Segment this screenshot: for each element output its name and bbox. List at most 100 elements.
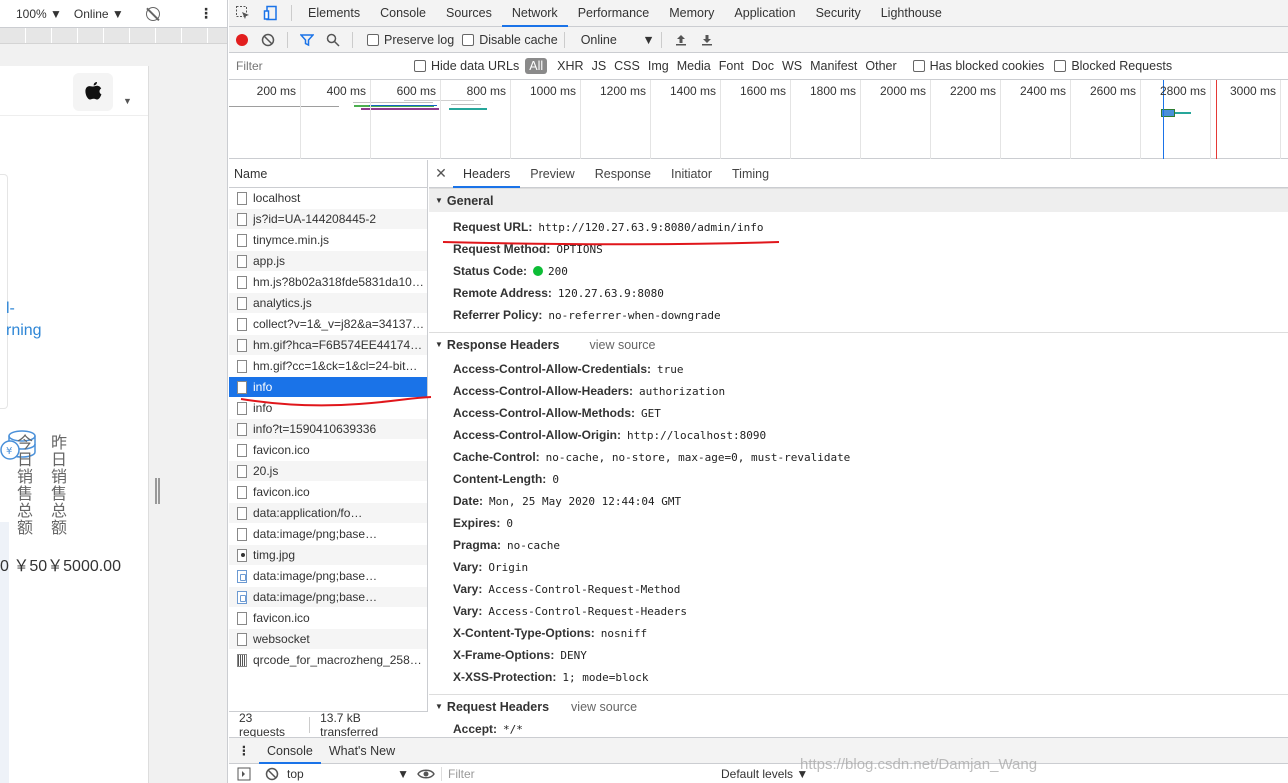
- throttling-select[interactable]: Online ▼: [581, 33, 655, 47]
- request-row[interactable]: favicon.ico: [229, 482, 427, 503]
- network-overview-timeline[interactable]: 200 ms 400 ms 600 ms 800 ms 1000 ms 1200 ms 14…: [229, 80, 1288, 159]
- apple-logo-icon[interactable]: [73, 73, 113, 111]
- device-toolbar-icon[interactable]: [257, 0, 285, 27]
- request-row[interactable]: data:image/png;base…: [229, 524, 427, 545]
- request-row[interactable]: 20.js: [229, 461, 427, 482]
- tab-network[interactable]: Network: [501, 0, 568, 27]
- eye-icon[interactable]: [417, 768, 435, 780]
- tab-what-s-new[interactable]: What's New: [321, 738, 403, 764]
- more-vertical-icon[interactable]: ⋮: [199, 5, 213, 22]
- preserve-log-checkbox[interactable]: Preserve log: [367, 33, 454, 47]
- inspect-element-icon[interactable]: [229, 0, 257, 27]
- filter-type-manifest[interactable]: Manifest: [806, 59, 861, 73]
- filter-type-xhr[interactable]: XHR: [553, 59, 587, 73]
- resize-handle[interactable]: [155, 478, 160, 504]
- request-row[interactable]: qrcode_for_macrozheng_258.j…: [229, 650, 427, 671]
- filter-input[interactable]: [234, 56, 400, 76]
- annotation-underline: [442, 241, 780, 246]
- general-section-header[interactable]: ▼ General: [429, 188, 1288, 212]
- request-row[interactable]: favicon.ico: [229, 608, 427, 629]
- console-filter-input[interactable]: Filter: [441, 767, 721, 781]
- name-column-header[interactable]: Name: [229, 160, 427, 188]
- view-source-link[interactable]: view source: [589, 338, 655, 352]
- tab-elements[interactable]: Elements: [298, 0, 370, 27]
- filter-type-css[interactable]: CSS: [610, 59, 644, 73]
- filter-type-all[interactable]: All: [525, 58, 548, 74]
- learning-link[interactable]: l- rning: [6, 298, 42, 342]
- tab-timing[interactable]: Timing: [722, 160, 779, 188]
- disable-cache-checkbox[interactable]: Disable cache: [462, 33, 558, 47]
- header-value: nosniff: [600, 626, 648, 640]
- filter-type-font[interactable]: Font: [715, 59, 748, 73]
- header-row: Cache-Control: no-cache, no-store, max-ag…: [429, 446, 1288, 468]
- tab-initiator[interactable]: Initiator: [661, 160, 722, 188]
- search-icon: [326, 33, 340, 47]
- request-row[interactable]: tinymce.min.js: [229, 230, 427, 251]
- header-value: Access-Control-Request-Headers: [488, 604, 688, 618]
- filter-type-img[interactable]: Img: [644, 59, 673, 73]
- search-button[interactable]: [320, 27, 346, 53]
- request-headers-section-header[interactable]: ▼ Request Headers view source: [429, 694, 1288, 718]
- tab-console[interactable]: Console: [259, 738, 321, 764]
- request-row[interactable]: data:image/png;base…: [229, 566, 427, 587]
- view-source-link[interactable]: view source: [571, 700, 637, 714]
- tab-performance[interactable]: Performance: [568, 0, 660, 27]
- tab-preview[interactable]: Preview: [520, 160, 584, 188]
- response-headers-section-header[interactable]: ▼ Response Headers view source: [429, 332, 1288, 356]
- request-row[interactable]: data:image/png;base…: [229, 587, 427, 608]
- request-row[interactable]: js?id=UA-144208445-2: [229, 209, 427, 230]
- header-row: Status Code: 200: [429, 260, 1288, 282]
- tab-lighthouse[interactable]: Lighthouse: [871, 0, 952, 27]
- header-row: Vary: Access-Control-Request-Method: [429, 578, 1288, 600]
- request-row[interactable]: info?t=1590410639336: [229, 419, 427, 440]
- tab-console[interactable]: Console: [370, 0, 436, 27]
- request-row[interactable]: collect?v=1&_v=j82&a=34137…: [229, 314, 427, 335]
- page-header: ▼: [0, 66, 148, 116]
- request-row[interactable]: data:application/fo…: [229, 503, 427, 524]
- request-row[interactable]: hm.gif?cc=1&ck=1&cl=24-bit…: [229, 356, 427, 377]
- import-har-button[interactable]: [668, 27, 694, 53]
- request-row[interactable]: app.js: [229, 251, 427, 272]
- request-row[interactable]: localhost: [229, 188, 427, 209]
- filter-type-ws[interactable]: WS: [778, 59, 806, 73]
- filter-type-js[interactable]: JS: [588, 59, 611, 73]
- checkbox-icon: [414, 60, 426, 72]
- export-har-button[interactable]: [694, 27, 720, 53]
- tab-memory[interactable]: Memory: [659, 0, 724, 27]
- tab-application[interactable]: Application: [724, 0, 805, 27]
- filter-type-media[interactable]: Media: [673, 59, 715, 73]
- request-row[interactable]: websocket: [229, 629, 427, 650]
- tab-sources[interactable]: Sources: [436, 0, 502, 27]
- close-icon[interactable]: ✕: [429, 165, 453, 182]
- filter-type-doc[interactable]: Doc: [748, 59, 778, 73]
- network-select[interactable]: Online ▼: [74, 7, 124, 21]
- record-button[interactable]: [229, 27, 255, 53]
- hide-data-urls-checkbox[interactable]: Hide data URLs: [414, 59, 519, 73]
- log-levels-select[interactable]: Default levels ▼: [721, 767, 808, 781]
- chevron-down-icon[interactable]: ▼: [123, 96, 132, 106]
- request-row[interactable]: timg.jpg: [229, 545, 427, 566]
- context-select[interactable]: top ▼: [287, 767, 417, 781]
- zoom-select[interactable]: 100% ▼: [16, 7, 62, 21]
- filter-type-other[interactable]: Other: [861, 59, 900, 73]
- file-icon: [237, 317, 247, 331]
- clear-button[interactable]: [255, 27, 281, 53]
- tab-security[interactable]: Security: [806, 0, 871, 27]
- filter-button[interactable]: [294, 27, 320, 53]
- request-row[interactable]: favicon.ico: [229, 440, 427, 461]
- has-blocked-cookies-checkbox[interactable]: Has blocked cookies: [912, 59, 1044, 73]
- request-row[interactable]: hm.js?8b02a318fde5831da104…: [229, 272, 427, 293]
- clear-console-icon[interactable]: [265, 767, 279, 781]
- tab-response[interactable]: Response: [585, 160, 661, 188]
- request-row[interactable]: hm.gif?hca=F6B574EE441745…: [229, 335, 427, 356]
- rotate-icon[interactable]: [145, 6, 160, 21]
- header-name: Vary:: [453, 560, 483, 574]
- devtools-tabs: Elements Console Sources Network Performance…: [298, 0, 952, 27]
- timeline-tick-label: 2000 ms: [879, 84, 926, 98]
- blocked-requests-checkbox[interactable]: Blocked Requests: [1054, 59, 1172, 73]
- more-vertical-icon[interactable]: ⋮: [229, 743, 259, 758]
- request-name: favicon.ico: [253, 611, 310, 625]
- tab-headers[interactable]: Headers: [453, 160, 521, 188]
- sidebar-toggle-icon[interactable]: [237, 767, 251, 781]
- request-row[interactable]: analytics.js: [229, 293, 427, 314]
